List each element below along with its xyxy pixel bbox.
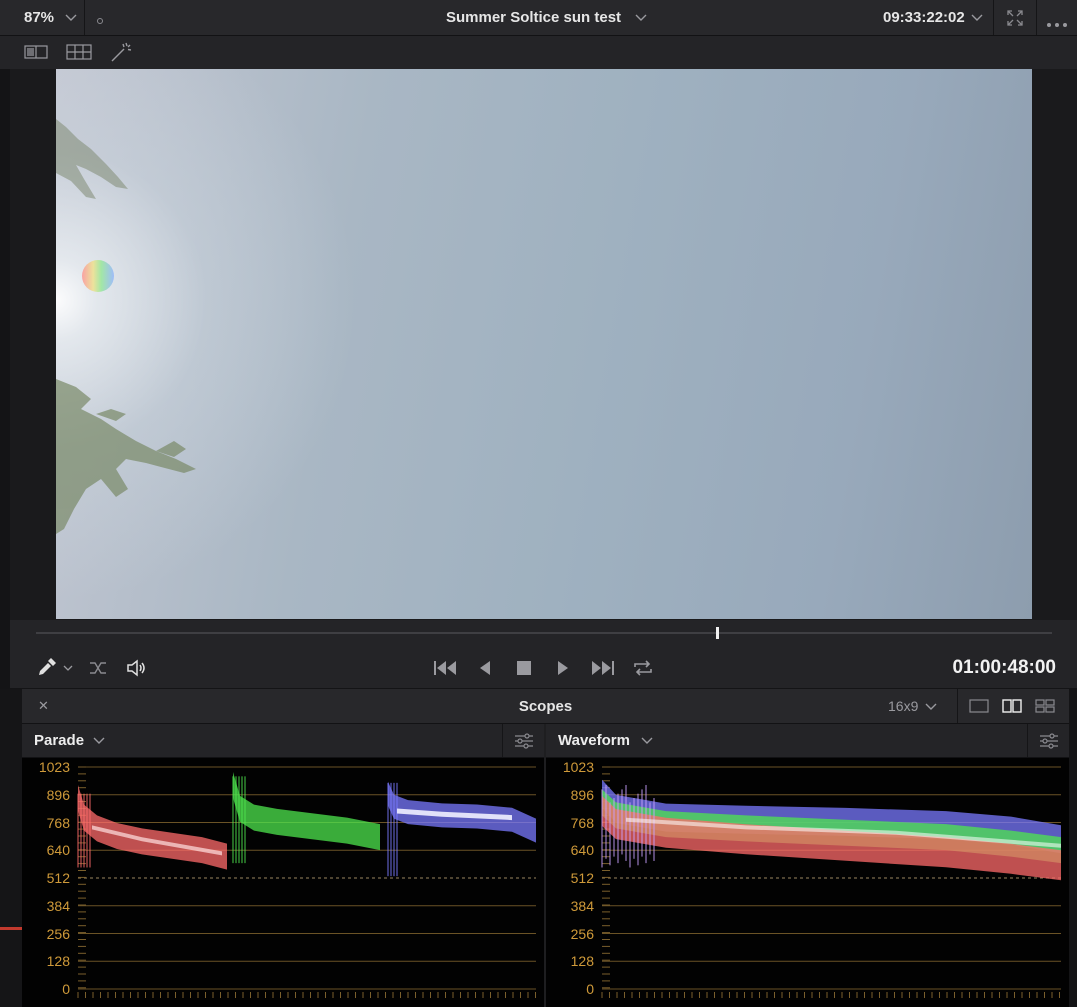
single-layout-icon[interactable]: [969, 699, 989, 718]
zoom-level[interactable]: 87%: [24, 9, 54, 26]
tree-branch-top: [56, 119, 128, 199]
clip-title[interactable]: Summer Soltice sun test: [446, 9, 621, 26]
viewer-toolbar: [0, 36, 1077, 69]
parade-header: Parade: [22, 724, 544, 758]
scope-mode-chevron-icon[interactable]: [640, 729, 654, 756]
scope-settings-icon[interactable]: [1039, 731, 1059, 756]
playhead-timecode[interactable]: 01:00:48:00: [952, 657, 1056, 679]
transport-bar: [10, 620, 1077, 688]
grid-view-icon[interactable]: [66, 44, 92, 65]
divider: [993, 0, 994, 35]
scrub-bar[interactable]: [36, 632, 1052, 634]
aspect-selector[interactable]: 16x9: [888, 698, 918, 714]
waveform-plot: [601, 766, 1061, 998]
zoom-dropdown-chevron-icon[interactable]: [64, 6, 78, 32]
divider: [957, 689, 958, 723]
divider: [84, 0, 85, 35]
scope-mode-selector-left[interactable]: Parade: [34, 732, 84, 749]
green-channel-trace: [233, 772, 380, 851]
video-frame-content: [56, 119, 196, 534]
scope-mode-selector-right[interactable]: Waveform: [558, 732, 630, 749]
waveform-scope: 1023 896 768 640 512 384 256 128 0: [546, 758, 1069, 1007]
dual-layout-icon[interactable]: [1002, 699, 1022, 718]
divider: [1036, 0, 1037, 35]
parade-plot: [77, 766, 536, 998]
waveform-header: Waveform: [546, 724, 1069, 758]
split-view-icon[interactable]: [24, 44, 48, 65]
timeline-edge: [0, 689, 22, 1007]
eyedropper-chevron-icon[interactable]: [62, 658, 74, 683]
scope-settings-icon[interactable]: [514, 731, 534, 756]
jump-end-icon[interactable]: [590, 658, 616, 683]
divider: [502, 724, 503, 757]
fullscreen-icon[interactable]: [1006, 9, 1024, 32]
stop-icon[interactable]: [515, 658, 533, 683]
video-frame[interactable]: [56, 69, 1032, 619]
status-dot-icon: [96, 12, 104, 30]
speaker-icon[interactable]: [126, 658, 148, 683]
aspect-chevron-icon[interactable]: [924, 695, 938, 722]
play-reverse-icon[interactable]: [477, 658, 493, 683]
jump-start-icon[interactable]: [432, 658, 458, 683]
viewer-title-bar: 87% Summer Soltice sun test 09:33:22:02: [0, 0, 1077, 36]
source-timecode[interactable]: 09:33:22:02: [883, 9, 965, 26]
eyedropper-icon[interactable]: [36, 658, 56, 683]
play-icon[interactable]: [555, 658, 571, 683]
more-options-icon[interactable]: [1046, 15, 1070, 33]
scope-mode-chevron-icon[interactable]: [92, 729, 106, 756]
magic-wand-icon[interactable]: [110, 41, 134, 68]
quad-layout-icon[interactable]: [1035, 699, 1055, 718]
divider: [1027, 724, 1028, 757]
loop-icon[interactable]: [632, 658, 654, 683]
clip-title-chevron-icon[interactable]: [634, 6, 648, 33]
parade-scope: 1023 896 768 640 512 384 256 128 0: [22, 758, 544, 1007]
tree-branch-bottom: [56, 379, 196, 534]
shuffle-icon[interactable]: [88, 658, 108, 683]
lens-flare: [82, 260, 114, 292]
scopes-header: ✕ Scopes 16x9: [22, 689, 1069, 724]
timecode-chevron-icon[interactable]: [970, 6, 984, 33]
timeline-playhead-marker: [0, 927, 22, 930]
playhead[interactable]: [715, 627, 719, 639]
